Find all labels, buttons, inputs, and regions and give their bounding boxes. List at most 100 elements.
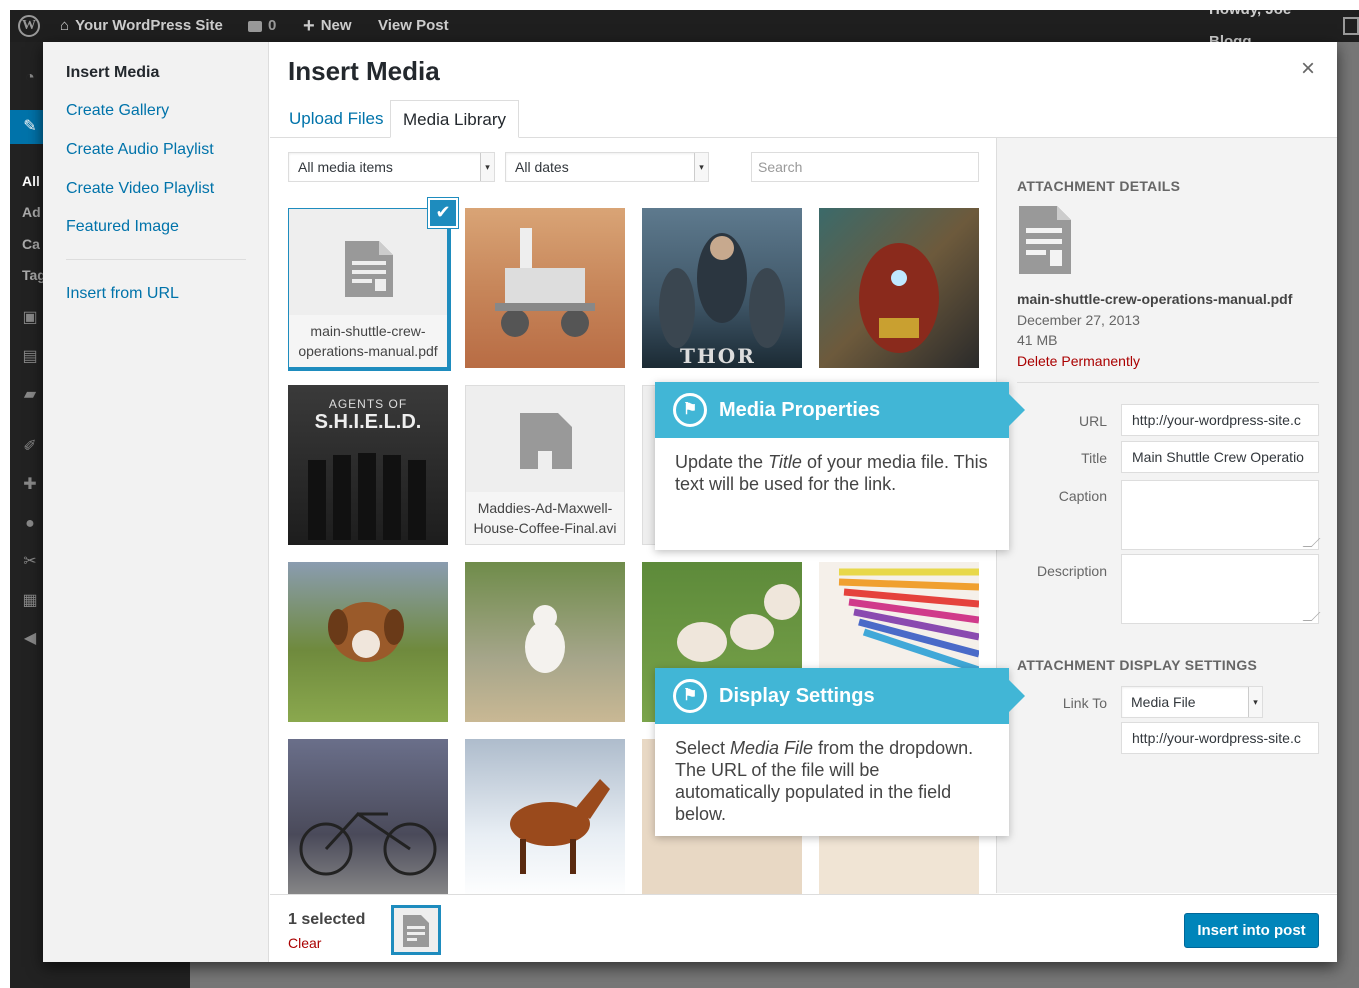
description-label: Description xyxy=(1036,563,1107,579)
submenu-all-posts[interactable]: All xyxy=(22,173,40,189)
selection-thumbnail[interactable] xyxy=(391,905,441,955)
photo-image xyxy=(525,605,565,673)
attachment-bicycle[interactable] xyxy=(288,739,448,894)
menu-item-insert-media[interactable]: Insert Media xyxy=(66,64,159,82)
plugins-icon[interactable]: ✚ xyxy=(20,475,40,495)
screen: W ⌂ Your WordPress Site 0 + New View Pos… xyxy=(10,10,1359,988)
new-content-link[interactable]: + New xyxy=(303,10,352,42)
clear-selection-link[interactable]: Clear xyxy=(288,935,321,951)
callout-title: Media Properties xyxy=(719,399,881,421)
attachment-puppy[interactable] xyxy=(288,562,448,722)
attachment-video[interactable]: Maddies-Ad-Maxwell-House-Coffee-Final.av… xyxy=(465,385,625,545)
media-type-filter[interactable]: All media items ▾ xyxy=(288,152,495,182)
display-settings-heading: ATTACHMENT DISPLAY SETTINGS xyxy=(1017,657,1258,673)
caption-label: Caption xyxy=(1058,488,1107,504)
avatar xyxy=(1343,17,1359,35)
comments-link[interactable]: 0 xyxy=(248,10,276,42)
dropdown-arrow-icon: ▾ xyxy=(694,153,708,181)
details-divider xyxy=(1017,382,1319,383)
media-icon[interactable]: ▣ xyxy=(20,308,40,328)
media-toolbar: 1 selected Clear Insert into post xyxy=(270,894,1337,962)
home-icon: ⌂ xyxy=(60,17,70,34)
display-settings-callout: ⚑ Display Settings Select Media File fro… xyxy=(655,668,1025,836)
callout-body: Select Media File from the dropdown. The… xyxy=(655,724,1009,829)
close-icon[interactable]: × xyxy=(1295,56,1321,82)
attachment-date: December 27, 2013 xyxy=(1017,312,1140,328)
collapse-icon[interactable]: ◀ xyxy=(20,629,40,649)
attachment-filename: main-shuttle-crew-operations-manual.pdf xyxy=(1017,291,1293,307)
modal-title: Insert Media xyxy=(288,56,440,86)
callout-emphasis: Media File xyxy=(730,738,814,758)
pin-icon: ✎ xyxy=(23,118,37,135)
url-field[interactable]: http://your-wordpress-site.c xyxy=(1121,404,1319,436)
submenu-add-new[interactable]: Ad xyxy=(22,204,41,220)
attachment-kitten[interactable] xyxy=(465,562,625,722)
callout-body: Update the Title of your media file. Thi… xyxy=(655,438,1009,499)
poster-title: THOR xyxy=(680,344,756,368)
title-field[interactable]: Main Shuttle Crew Operatio xyxy=(1121,441,1319,473)
settings-icon[interactable]: ▦ xyxy=(20,591,40,611)
tab-upload-files[interactable]: Upload Files xyxy=(277,100,396,138)
plus-icon: + xyxy=(303,15,315,37)
menu-item-create-audio-playlist[interactable]: Create Audio Playlist xyxy=(66,141,214,159)
document-icon xyxy=(345,241,393,297)
attachment-iron-man-poster[interactable] xyxy=(819,208,979,368)
photo-image xyxy=(299,812,437,876)
attachment-shield-poster[interactable]: AGENTS OF S.H.I.E.L.D. xyxy=(288,385,448,545)
attachment-pdf[interactable]: main-shuttle-crew-operations-manual.pdf xyxy=(288,208,451,371)
account-menu[interactable]: Howdy, Joe Blogg xyxy=(1209,10,1359,50)
link-to-label: Link To xyxy=(1062,695,1107,711)
view-post-label: View Post xyxy=(378,17,449,34)
attachment-filename: main-shuttle-crew-operations-manual.pdf xyxy=(289,315,447,367)
selection-count: 1 selected xyxy=(288,911,366,928)
pages-icon[interactable]: ▤ xyxy=(20,347,40,367)
video-file-icon xyxy=(520,413,572,469)
dashboard-icon[interactable]: ◔ xyxy=(20,68,40,88)
link-to-select[interactable]: Media File ▾ xyxy=(1121,686,1263,718)
search-input[interactable]: Search xyxy=(751,152,979,182)
description-field[interactable] xyxy=(1121,554,1319,624)
menu-item-create-gallery[interactable]: Create Gallery xyxy=(66,102,169,120)
poster-image xyxy=(859,243,939,353)
menu-item-featured-image[interactable]: Featured Image xyxy=(66,218,179,236)
attachment-filename: Maddies-Ad-Maxwell-House-Coffee-Final.av… xyxy=(466,492,624,544)
url-label: URL xyxy=(1078,413,1107,429)
attachment-horse[interactable] xyxy=(465,739,625,894)
menu-item-create-video-playlist[interactable]: Create Video Playlist xyxy=(66,180,214,198)
menu-item-insert-from-url[interactable]: Insert from URL xyxy=(66,285,179,303)
flag-icon: ⚑ xyxy=(673,393,707,427)
selected-check-icon[interactable]: ✔ xyxy=(428,198,458,228)
insert-into-post-button[interactable]: Insert into post xyxy=(1184,913,1319,948)
view-post-link[interactable]: View Post xyxy=(378,10,449,42)
callout-text: Update the xyxy=(675,452,769,472)
attachment-thor-poster[interactable]: THOR xyxy=(642,208,802,368)
callout-header: ⚑ Media Properties xyxy=(655,382,1025,438)
wordpress-logo-icon[interactable]: W xyxy=(18,10,40,42)
tools-icon[interactable]: ✂ xyxy=(20,552,40,572)
comments-icon[interactable]: ▰ xyxy=(20,385,40,405)
appearance-icon[interactable]: ✐ xyxy=(20,437,40,457)
attachment-details-sidebar: ATTACHMENT DETAILS main-shuttle-crew-ope… xyxy=(996,138,1337,893)
menu-separator xyxy=(66,259,246,260)
callout-emphasis: Title xyxy=(768,452,802,472)
attachment-details-heading: ATTACHMENT DETAILS xyxy=(1017,178,1181,194)
site-name-link[interactable]: ⌂ Your WordPress Site xyxy=(60,10,223,42)
router-tabs: Upload Files Media Library xyxy=(270,100,1337,138)
callout-header: ⚑ Display Settings xyxy=(655,668,1025,724)
dropdown-arrow-icon: ▾ xyxy=(480,153,494,181)
callout-text: Select xyxy=(675,738,731,758)
date-filter[interactable]: All dates ▾ xyxy=(505,152,709,182)
site-name-label: Your WordPress Site xyxy=(75,17,223,34)
users-icon[interactable]: ● xyxy=(20,514,40,534)
caption-field[interactable] xyxy=(1121,480,1319,550)
link-url-field[interactable]: http://your-wordpress-site.c xyxy=(1121,722,1319,754)
attachment-mars-rover[interactable] xyxy=(465,208,625,368)
flag-icon: ⚑ xyxy=(673,679,707,713)
submenu-categories[interactable]: Ca xyxy=(22,236,40,252)
delete-permanently-link[interactable]: Delete Permanently xyxy=(1017,353,1140,369)
tab-media-library[interactable]: Media Library xyxy=(390,100,519,138)
document-icon xyxy=(1019,206,1071,274)
rover-image xyxy=(495,228,595,337)
insert-media-modal: Insert Media Create Gallery Create Audio… xyxy=(43,42,1337,962)
comment-bubble-icon xyxy=(248,20,262,32)
